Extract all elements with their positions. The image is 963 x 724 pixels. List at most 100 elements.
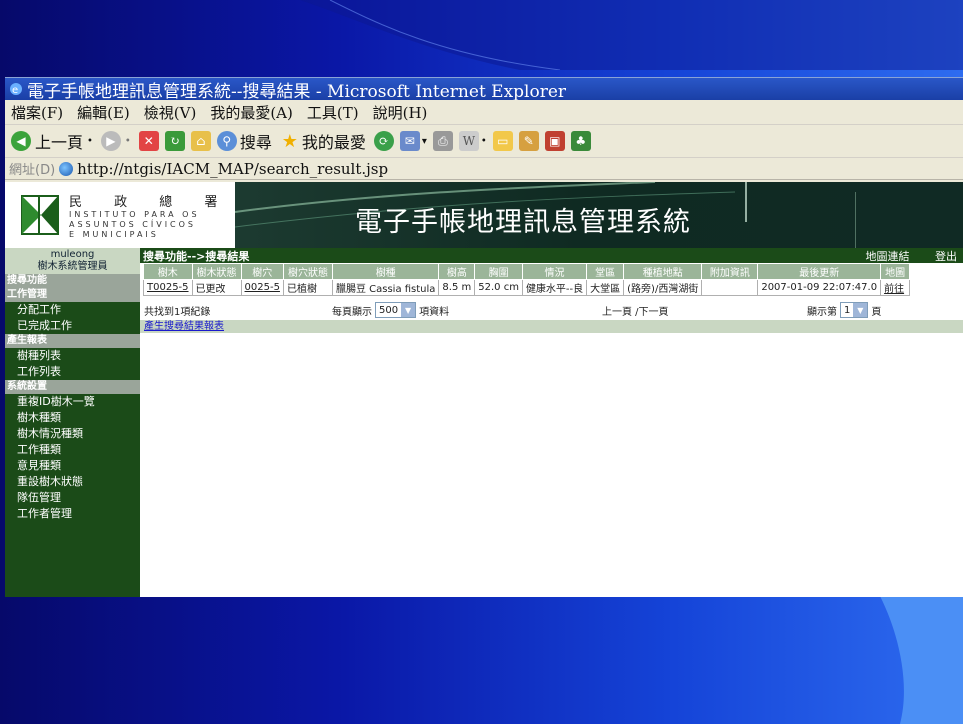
- back-button[interactable]: ◀ 上一頁 •: [11, 129, 93, 153]
- sidebar-item-duplicate-id[interactable]: 重複ID樹木一覽: [5, 394, 140, 410]
- per-page-value: 500: [379, 304, 399, 316]
- favorites-button[interactable]: ★ 我的最愛: [280, 129, 366, 153]
- generate-report-link[interactable]: 產生搜尋結果報表: [144, 321, 224, 332]
- slide-swoosh-decoration: [300, 0, 963, 70]
- menu-favorites[interactable]: 我的最愛(A): [210, 102, 293, 123]
- page-number-control: 顯示第 1 ▼ 頁: [807, 302, 881, 318]
- folder-icon[interactable]: ▭: [492, 131, 513, 151]
- cell-tree-id[interactable]: T0025-5: [143, 279, 193, 296]
- cell-map-goto[interactable]: 前往: [880, 279, 911, 296]
- sidebar: muleong 樹木系統管理員 搜尋功能 工作管理 分配工作 已完成工作 產生報…: [5, 248, 140, 597]
- col-pit-status: 樹穴狀態: [282, 263, 333, 280]
- col-height: 樹高: [438, 263, 476, 280]
- sidebar-item-worker-management[interactable]: 工作者管理: [5, 506, 140, 522]
- mail-dropdown-icon[interactable]: ▾: [422, 136, 427, 147]
- window-titlebar: e 電子手帳地理訊息管理系統--搜尋結果 - Microsoft Interne…: [5, 78, 963, 100]
- col-parish: 堂區: [586, 263, 625, 280]
- sidebar-item-tree-types[interactable]: 樹木種類: [5, 410, 140, 426]
- main-content: 搜尋功能-->搜尋結果 地圖連結 登出 樹木 樹木狀態 樹穴 樹穴狀態 樹種 樹…: [140, 248, 963, 597]
- address-label: 網址(D): [9, 163, 56, 178]
- stop-icon[interactable]: ✕: [138, 131, 159, 151]
- sidebar-item-assign-work[interactable]: 分配工作: [5, 302, 140, 318]
- menu-file[interactable]: 檔案(F): [11, 102, 63, 123]
- history-icon[interactable]: ⟳: [373, 131, 394, 151]
- col-updated: 最後更新: [757, 263, 882, 280]
- menu-edit[interactable]: 編輯(E): [77, 102, 130, 123]
- user-role: 樹木系統管理員: [37, 261, 108, 272]
- search-button[interactable]: ⚲ 搜尋: [216, 129, 272, 153]
- search-label: 搜尋: [239, 133, 272, 152]
- cell-tree-status: 已更改: [191, 279, 242, 296]
- messenger-icon[interactable]: ▣: [544, 131, 565, 151]
- sidebar-item-reset-status[interactable]: 重設樹木狀態: [5, 474, 140, 490]
- page-suffix: 頁: [871, 306, 882, 318]
- page-heading: 搜尋功能-->搜尋結果: [143, 249, 250, 263]
- page-value: 1: [844, 304, 851, 316]
- cell-species: 臘腸豆 Cassia fistula: [331, 279, 440, 296]
- map-link[interactable]: 地圖連結: [866, 250, 910, 263]
- prev-next-links[interactable]: 上一頁 /下一頁: [602, 303, 669, 318]
- refresh-icon[interactable]: ↻: [164, 131, 185, 151]
- table-header-row: 樹木 樹木狀態 樹穴 樹穴狀態 樹種 樹高 胸圍 情況 堂區 種植地點 附加資訊…: [143, 263, 911, 280]
- sidebar-item-work-list[interactable]: 工作列表: [5, 364, 140, 380]
- username: muleong: [50, 249, 95, 260]
- forward-dropdown-icon[interactable]: •: [125, 136, 131, 147]
- page-select[interactable]: 1 ▼: [840, 302, 869, 318]
- edit-dropdown-icon[interactable]: •: [481, 136, 487, 147]
- address-field[interactable]: http://ntgis/IACM_MAP/search_result.jsp: [59, 160, 388, 178]
- cell-height: 8.5 m: [438, 279, 476, 296]
- sidebar-item-work-types[interactable]: 工作種類: [5, 442, 140, 458]
- address-url: http://ntgis/IACM_MAP/search_result.jsp: [77, 159, 389, 178]
- logo-portuguese-2: ASSUNTOS CÍVICOS: [69, 219, 197, 229]
- logout-link[interactable]: 登出: [935, 250, 957, 263]
- sidebar-section-reports: 產生報表: [5, 334, 140, 348]
- sidebar-item-completed-work[interactable]: 已完成工作: [5, 318, 140, 334]
- forward-arrow-icon: ▶: [100, 131, 121, 151]
- favorites-star-icon: ★: [281, 130, 298, 152]
- menu-tools[interactable]: 工具(T): [307, 102, 359, 123]
- per-page-control: 每頁顯示 500 ▼ 項資料: [332, 302, 449, 318]
- research-icon[interactable]: ✎: [518, 131, 539, 151]
- sidebar-item-team-management[interactable]: 隊伍管理: [5, 490, 140, 506]
- header-links: 地圖連結 登出: [844, 248, 958, 264]
- home-icon[interactable]: ⌂: [190, 131, 211, 151]
- menu-help[interactable]: 說明(H): [373, 102, 428, 123]
- slide-curve-decoration: [880, 596, 963, 724]
- cell-location: (路旁)/西灣湖街: [623, 279, 703, 296]
- back-label: 上一頁: [35, 133, 84, 152]
- sidebar-section-work: 工作管理: [5, 288, 140, 302]
- back-dropdown-icon[interactable]: •: [87, 136, 93, 147]
- browser-toolbar: ◀ 上一頁 • ▶ • ✕ ↻ ⌂ ⚲ 搜尋 ★ 我的最愛 ⟳ ✉ ▾ ⎙ W …: [5, 125, 963, 158]
- sidebar-section-search[interactable]: 搜尋功能: [5, 274, 140, 288]
- logo-portuguese-3: E MUNICIPAIS: [69, 229, 159, 239]
- forward-button[interactable]: ▶ •: [100, 131, 131, 151]
- sidebar-item-condition-types[interactable]: 樹木情況種類: [5, 426, 140, 442]
- institution-logo: 民 政 總 署 INSTITUTO PARA OS ASSUNTOS CÍVIC…: [5, 182, 235, 248]
- col-map: 地圖: [880, 263, 911, 280]
- web-page: 民 政 總 署 INSTITUTO PARA OS ASSUNTOS CÍVIC…: [5, 182, 963, 597]
- cell-condition: 健康水平--良: [521, 279, 588, 296]
- pagination-bar: 共找到1項紀錄 每頁顯示 500 ▼ 項資料 上一頁 /下一頁 顯示第 1 ▼: [140, 300, 963, 320]
- sidebar-item-opinion-types[interactable]: 意見種類: [5, 458, 140, 474]
- sidebar-item-species-list[interactable]: 樹種列表: [5, 348, 140, 364]
- chevron-down-icon: ▼: [401, 303, 416, 317]
- mail-icon[interactable]: ✉: [399, 131, 420, 151]
- logo-text: 民 政 總 署 INSTITUTO PARA OS ASSUNTOS CÍVIC…: [69, 191, 231, 240]
- col-tree: 樹木: [143, 263, 193, 280]
- print-icon[interactable]: ⎙: [432, 131, 453, 151]
- cell-pit-status: 已植樹: [282, 279, 333, 296]
- chevron-down-icon: ▼: [853, 303, 868, 317]
- logo-portuguese-1: INSTITUTO PARA OS: [69, 209, 200, 219]
- logo-chinese: 民 政 總 署: [69, 194, 232, 210]
- cell-pit-id[interactable]: 0025-5: [240, 279, 284, 296]
- table-row: T0025-5 已更改 0025-5 已植樹 臘腸豆 Cassia fistul…: [143, 279, 911, 296]
- cell-girth: 52.0 cm: [474, 279, 523, 296]
- people-icon[interactable]: ♣: [570, 131, 591, 151]
- per-page-select[interactable]: 500 ▼: [375, 302, 417, 318]
- edit-icon[interactable]: W: [458, 131, 479, 151]
- back-arrow-icon: ◀: [11, 131, 31, 151]
- menu-view[interactable]: 檢視(V): [144, 102, 197, 123]
- col-tree-status: 樹木狀態: [191, 263, 242, 280]
- menu-bar: 檔案(F) 編輯(E) 檢視(V) 我的最愛(A) 工具(T) 說明(H): [5, 100, 963, 125]
- content-header: 搜尋功能-->搜尋結果 地圖連結 登出: [140, 248, 963, 263]
